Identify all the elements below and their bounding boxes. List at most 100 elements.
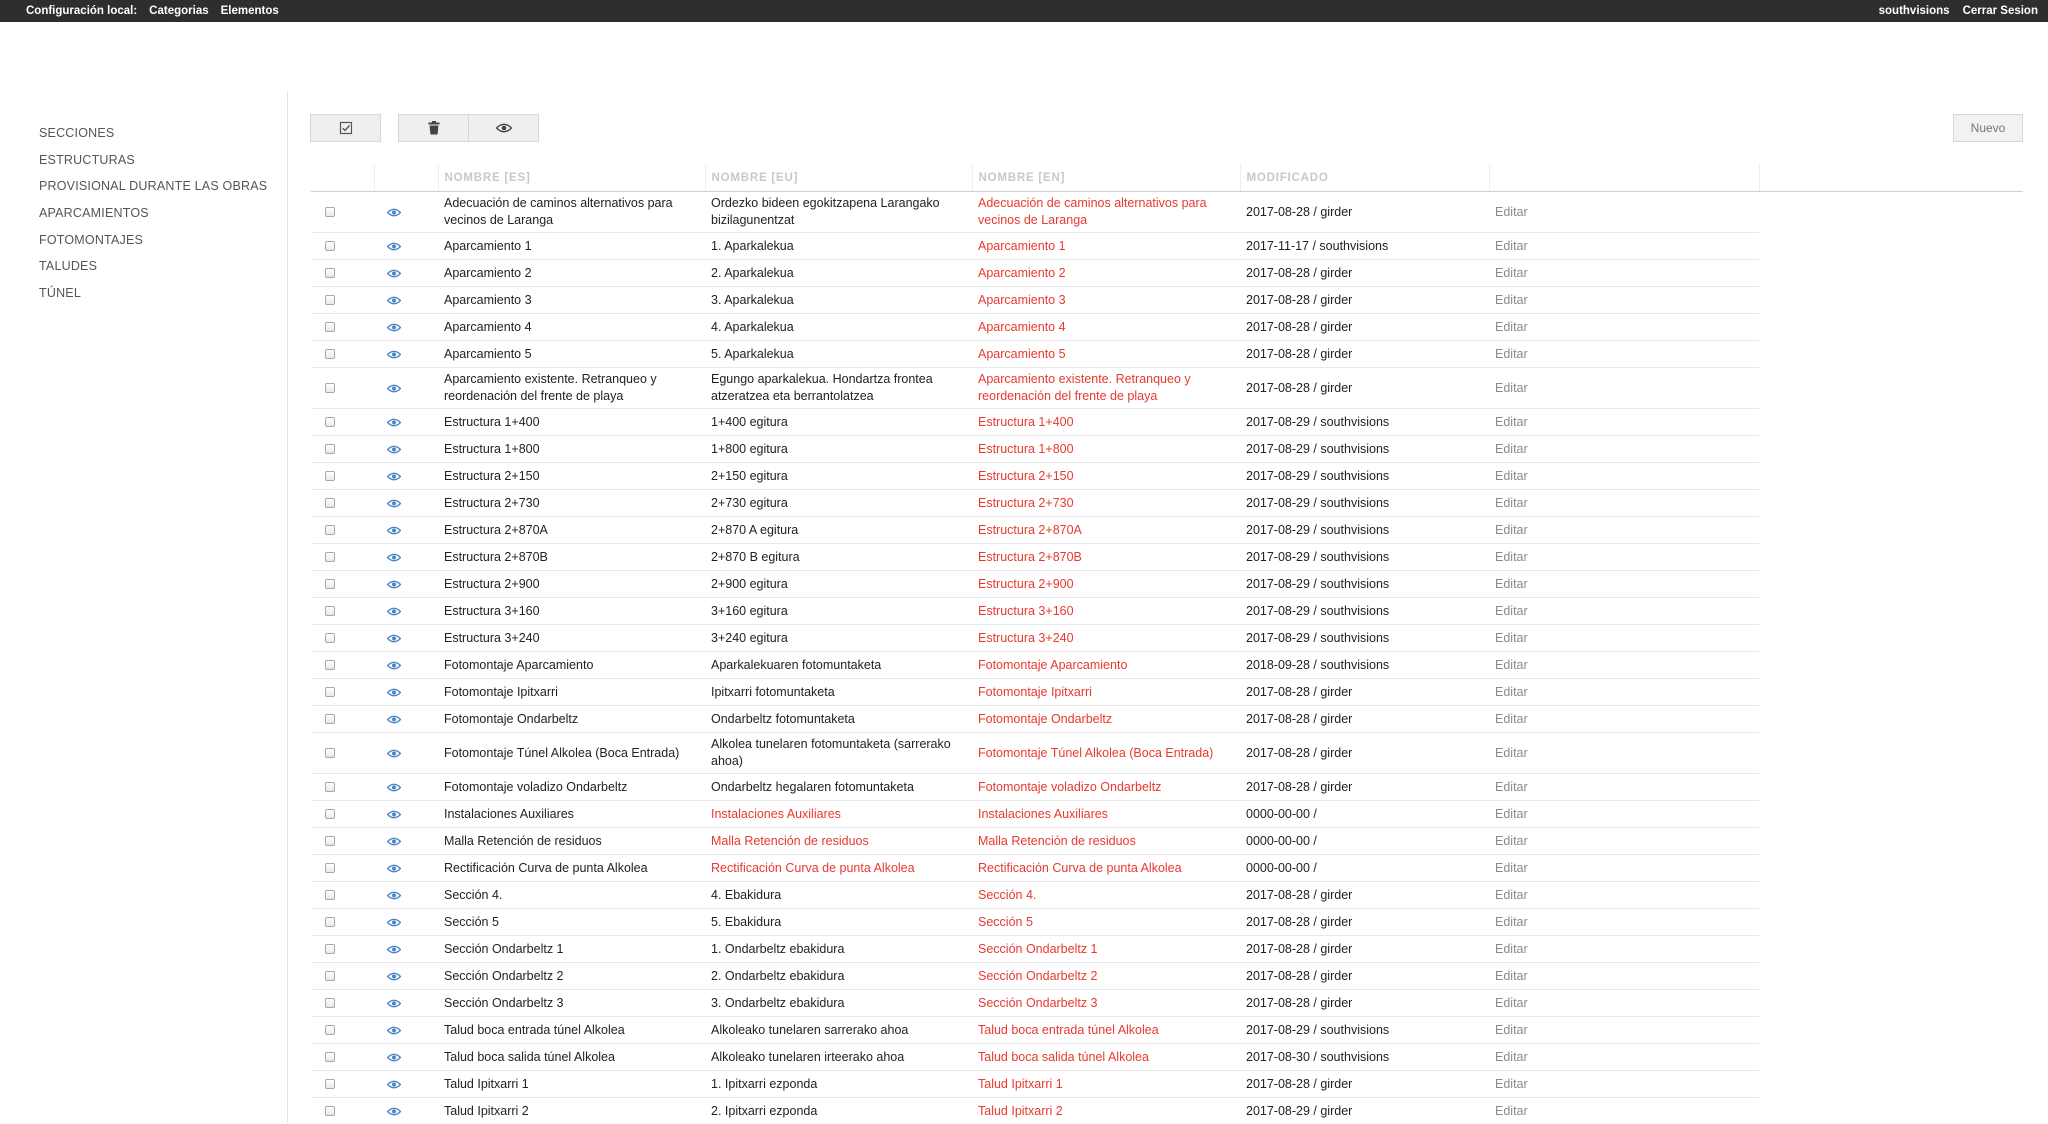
- eye-icon[interactable]: [387, 972, 401, 981]
- edit-link[interactable]: Editar: [1489, 571, 1759, 598]
- eye-icon[interactable]: [387, 208, 401, 217]
- sidebar-item-estructuras[interactable]: ESTRUCTURAS: [39, 152, 267, 179]
- edit-link[interactable]: Editar: [1489, 828, 1759, 855]
- eye-icon[interactable]: [387, 242, 401, 251]
- sidebar-item-secciones[interactable]: SECCIONES: [39, 125, 267, 152]
- eye-icon[interactable]: [387, 864, 401, 873]
- edit-link[interactable]: Editar: [1489, 314, 1759, 341]
- row-checkbox[interactable]: [325, 1106, 335, 1116]
- row-checkbox[interactable]: [325, 349, 335, 359]
- row-checkbox[interactable]: [325, 471, 335, 481]
- row-checkbox[interactable]: [325, 633, 335, 643]
- eye-icon[interactable]: [387, 499, 401, 508]
- edit-link[interactable]: Editar: [1489, 598, 1759, 625]
- eye-icon[interactable]: [387, 891, 401, 900]
- sidebar-item-fotomontajes[interactable]: FOTOMONTAJES: [39, 232, 267, 259]
- row-checkbox[interactable]: [325, 748, 335, 758]
- logout-link[interactable]: Cerrar Sesion: [1963, 5, 2038, 17]
- new-button[interactable]: Nuevo: [1953, 114, 2023, 142]
- eye-icon[interactable]: [387, 634, 401, 643]
- row-checkbox[interactable]: [325, 207, 335, 217]
- edit-link[interactable]: Editar: [1489, 192, 1759, 233]
- header-nombre-eu[interactable]: NOMBRE [EU]: [705, 164, 972, 192]
- edit-link[interactable]: Editar: [1489, 733, 1759, 774]
- eye-icon[interactable]: [387, 1107, 401, 1116]
- row-checkbox[interactable]: [325, 890, 335, 900]
- eye-icon[interactable]: [387, 918, 401, 927]
- row-checkbox[interactable]: [325, 322, 335, 332]
- row-checkbox[interactable]: [325, 268, 335, 278]
- eye-icon[interactable]: [387, 553, 401, 562]
- edit-link[interactable]: Editar: [1489, 260, 1759, 287]
- row-checkbox[interactable]: [325, 579, 335, 589]
- eye-icon[interactable]: [387, 1053, 401, 1062]
- row-checkbox[interactable]: [325, 660, 335, 670]
- edit-link[interactable]: Editar: [1489, 233, 1759, 260]
- eye-icon[interactable]: [387, 715, 401, 724]
- eye-icon[interactable]: [387, 418, 401, 427]
- edit-link[interactable]: Editar: [1489, 679, 1759, 706]
- toggle-visibility-button[interactable]: [468, 114, 539, 142]
- edit-link[interactable]: Editar: [1489, 490, 1759, 517]
- sidebar-item-aparcamientos[interactable]: APARCAMIENTOS: [39, 205, 267, 232]
- row-checkbox[interactable]: [325, 863, 335, 873]
- nav-elementos[interactable]: Elementos: [221, 5, 279, 17]
- row-checkbox[interactable]: [325, 1079, 335, 1089]
- row-checkbox[interactable]: [325, 687, 335, 697]
- eye-icon[interactable]: [387, 580, 401, 589]
- edit-link[interactable]: Editar: [1489, 436, 1759, 463]
- edit-link[interactable]: Editar: [1489, 517, 1759, 544]
- edit-link[interactable]: Editar: [1489, 368, 1759, 409]
- edit-link[interactable]: Editar: [1489, 463, 1759, 490]
- row-checkbox[interactable]: [325, 417, 335, 427]
- edit-link[interactable]: Editar: [1489, 909, 1759, 936]
- edit-link[interactable]: Editar: [1489, 801, 1759, 828]
- delete-button[interactable]: [398, 114, 469, 142]
- header-modificado[interactable]: MODIFICADO: [1240, 164, 1489, 192]
- edit-link[interactable]: Editar: [1489, 706, 1759, 733]
- edit-link[interactable]: Editar: [1489, 1044, 1759, 1071]
- row-checkbox[interactable]: [325, 1052, 335, 1062]
- row-checkbox[interactable]: [325, 295, 335, 305]
- edit-link[interactable]: Editar: [1489, 882, 1759, 909]
- eye-icon[interactable]: [387, 783, 401, 792]
- edit-link[interactable]: Editar: [1489, 625, 1759, 652]
- row-checkbox[interactable]: [325, 1025, 335, 1035]
- edit-link[interactable]: Editar: [1489, 1098, 1759, 1124]
- row-checkbox[interactable]: [325, 241, 335, 251]
- edit-link[interactable]: Editar: [1489, 936, 1759, 963]
- row-checkbox[interactable]: [325, 917, 335, 927]
- eye-icon[interactable]: [387, 384, 401, 393]
- edit-link[interactable]: Editar: [1489, 1017, 1759, 1044]
- edit-link[interactable]: Editar: [1489, 341, 1759, 368]
- row-checkbox[interactable]: [325, 944, 335, 954]
- nav-categorias[interactable]: Categorias: [149, 5, 208, 17]
- sidebar-item-taludes[interactable]: TALUDES: [39, 258, 267, 285]
- edit-link[interactable]: Editar: [1489, 963, 1759, 990]
- eye-icon[interactable]: [387, 749, 401, 758]
- edit-link[interactable]: Editar: [1489, 652, 1759, 679]
- edit-link[interactable]: Editar: [1489, 990, 1759, 1017]
- row-checkbox[interactable]: [325, 498, 335, 508]
- eye-icon[interactable]: [387, 810, 401, 819]
- eye-icon[interactable]: [387, 1080, 401, 1089]
- user-name[interactable]: southvisions: [1879, 5, 1950, 17]
- edit-link[interactable]: Editar: [1489, 855, 1759, 882]
- edit-link[interactable]: Editar: [1489, 774, 1759, 801]
- edit-link[interactable]: Editar: [1489, 1071, 1759, 1098]
- sidebar-item-provisional[interactable]: PROVISIONAL DURANTE LAS OBRAS: [39, 178, 267, 205]
- row-checkbox[interactable]: [325, 552, 335, 562]
- row-checkbox[interactable]: [325, 782, 335, 792]
- row-checkbox[interactable]: [325, 971, 335, 981]
- eye-icon[interactable]: [387, 661, 401, 670]
- row-checkbox[interactable]: [325, 383, 335, 393]
- eye-icon[interactable]: [387, 472, 401, 481]
- header-nombre-es[interactable]: NOMBRE [ES]: [438, 164, 705, 192]
- edit-link[interactable]: Editar: [1489, 544, 1759, 571]
- row-checkbox[interactable]: [325, 714, 335, 724]
- row-checkbox[interactable]: [325, 998, 335, 1008]
- eye-icon[interactable]: [387, 296, 401, 305]
- edit-link[interactable]: Editar: [1489, 409, 1759, 436]
- row-checkbox[interactable]: [325, 525, 335, 535]
- eye-icon[interactable]: [387, 607, 401, 616]
